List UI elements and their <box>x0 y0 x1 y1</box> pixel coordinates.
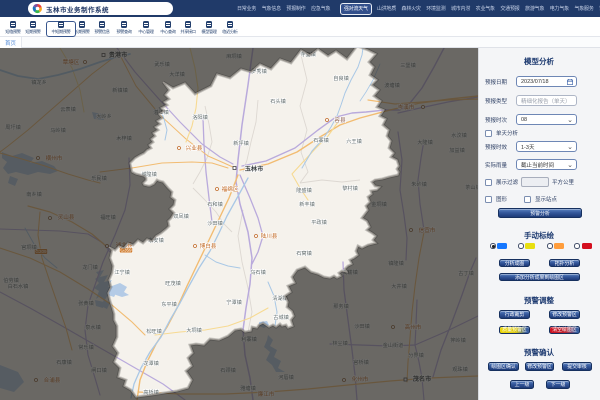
svg-text:隆盛镇: 隆盛镇 <box>296 186 312 194</box>
svg-text:旺茂镇: 旺茂镇 <box>165 279 181 287</box>
svg-text:大垌镇: 大垌镇 <box>186 326 202 334</box>
svg-text:黎村镇: 黎村镇 <box>342 184 358 192</box>
svg-text:陆川县: 陆川县 <box>261 232 278 240</box>
svg-text:六王镇: 六王镇 <box>346 137 362 145</box>
svg-text:龙潭镇: 龙潭镇 <box>143 359 159 367</box>
svg-text:东平镇: 东平镇 <box>161 300 177 308</box>
svg-text:石寨镇: 石寨镇 <box>313 136 329 144</box>
svg-text:玉林市: 玉林市 <box>245 165 264 173</box>
svg-text:沙田镇: 沙田镇 <box>207 219 223 227</box>
svg-text:石和镇: 石和镇 <box>207 200 223 208</box>
svg-text:新坪镇: 新坪镇 <box>233 139 249 147</box>
svg-text:博白县: 博白县 <box>200 242 217 250</box>
svg-text:福绵区: 福绵区 <box>222 185 239 193</box>
svg-text:洛阳镇: 洛阳镇 <box>192 113 208 121</box>
svg-text:宁潭镇: 宁潭镇 <box>226 298 242 306</box>
svg-text:兴业县: 兴业县 <box>186 144 203 152</box>
svg-text:新丰镇: 新丰镇 <box>299 200 315 208</box>
svg-text:容县: 容县 <box>334 116 346 124</box>
svg-text:乌石镇: 乌石镇 <box>250 268 266 276</box>
svg-text:松旺镇: 松旺镇 <box>146 327 162 335</box>
svg-text:江宁镇: 江宁镇 <box>114 268 130 276</box>
svg-text:石头镇: 石头镇 <box>270 97 286 105</box>
svg-text:古城镇: 古城镇 <box>273 313 289 321</box>
svg-text:石窝镇: 石窝镇 <box>296 249 312 257</box>
svg-text:自良镇: 自良镇 <box>333 74 349 82</box>
svg-text:平政镇: 平政镇 <box>311 218 327 226</box>
